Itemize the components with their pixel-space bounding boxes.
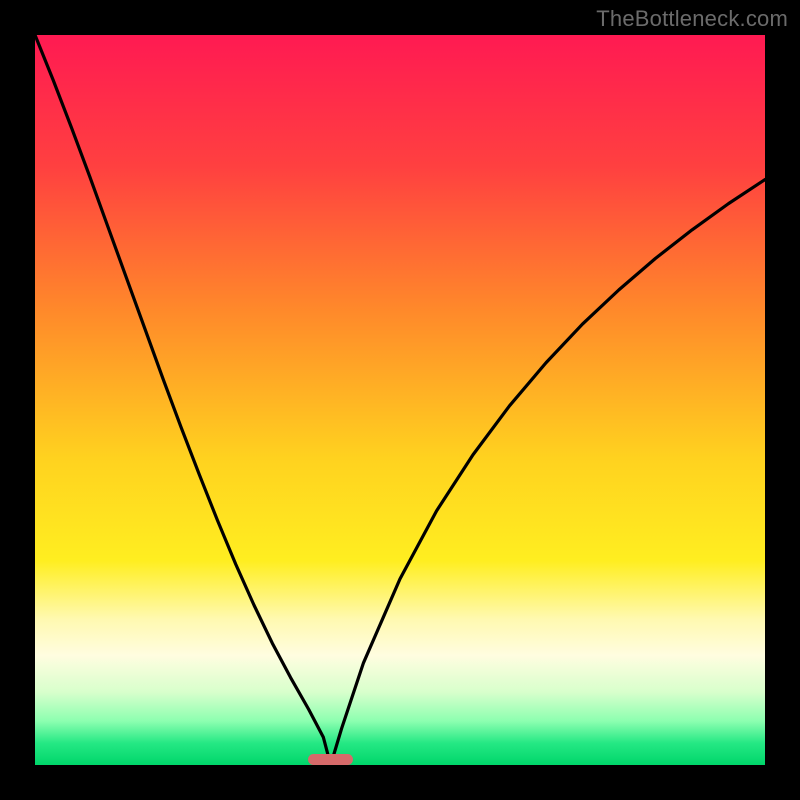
chart-frame: TheBottleneck.com [0, 0, 800, 800]
watermark-text: TheBottleneck.com [596, 6, 788, 32]
optimal-zone-marker [308, 754, 353, 765]
curve-right-branch [331, 180, 765, 765]
curve-left-branch [35, 35, 331, 765]
plot-area [35, 35, 765, 765]
bottleneck-curve [35, 35, 765, 765]
